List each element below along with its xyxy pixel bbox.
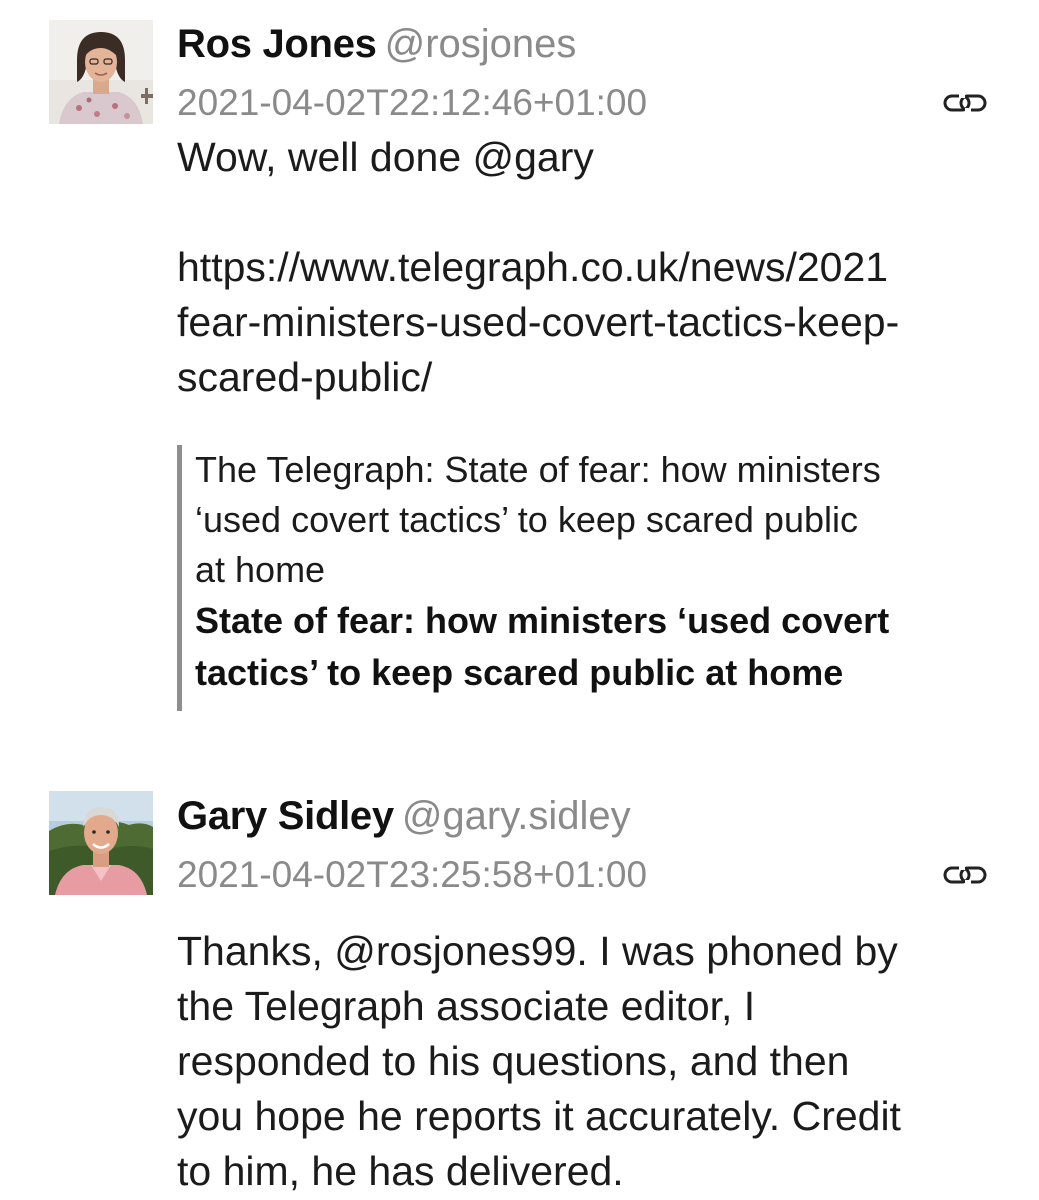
post-content: Ros Jones @rosjones 2021-04-02T22:12:46+0… <box>177 0 1009 711</box>
post-body: Thanks, @rosjones99. I was phoned by the… <box>177 924 1009 1199</box>
link-icon[interactable] <box>943 88 987 118</box>
avatar-gary-sidley[interactable] <box>49 791 153 895</box>
post-header: Gary Sidley @gary.sidley <box>177 780 1009 850</box>
post: Ros Jones @rosjones 2021-04-02T22:12:46+0… <box>0 0 1039 760</box>
card-source-line: at home <box>195 549 326 590</box>
author-name[interactable]: Ros Jones <box>177 22 377 66</box>
author-handle[interactable]: @gary.sidley <box>402 794 631 838</box>
avatar-photo-icon <box>49 20 153 124</box>
card-source-line: The Telegraph: State of fear: how minist… <box>195 449 881 490</box>
post-timestamp[interactable]: 2021-04-02T23:25:58+01:00 <box>177 854 647 895</box>
post: Gary Sidley @gary.sidley 2021-04-02T23:25… <box>0 780 1039 1200</box>
post-timestamp[interactable]: 2021-04-02T22:12:46+01:00 <box>177 82 647 123</box>
post-link[interactable]: scared-public/ <box>177 350 1009 405</box>
body-line: Wow, well done @gary <box>177 134 594 180</box>
card-source-line: ‘used covert tactics’ to keep scared pub… <box>195 499 858 540</box>
timestamp-row: 2021-04-02T23:25:58+01:00 <box>177 850 1009 900</box>
post-content: Gary Sidley @gary.sidley 2021-04-02T23:25… <box>177 780 1009 1199</box>
body-line: to him, he has delivered. <box>177 1148 624 1194</box>
card-title-line: State of fear: how ministers ‘used cover… <box>195 600 890 641</box>
link-icon[interactable] <box>943 860 987 890</box>
author-handle[interactable]: @rosjones <box>385 22 577 66</box>
body-line: Thanks, @rosjones99. I was phoned by <box>177 928 898 974</box>
post-link[interactable]: https://www.telegraph.co.uk/news/2021 <box>177 240 1009 295</box>
link-preview-card[interactable]: The Telegraph: State of fear: how minist… <box>177 445 1005 711</box>
post-header: Ros Jones @rosjones <box>177 0 1009 78</box>
body-line: you hope he reports it accurately. Credi… <box>177 1093 901 1139</box>
avatar-photo-icon <box>49 791 153 895</box>
author-name[interactable]: Gary Sidley <box>177 794 394 838</box>
body-line: the Telegraph associate editor, I <box>177 983 756 1029</box>
card-title: State of fear: how ministers ‘used cover… <box>195 595 1005 711</box>
post-link[interactable]: fear-ministers-used-covert-tactics-keep- <box>177 295 1009 350</box>
body-line: responded to his questions, and then <box>177 1038 850 1084</box>
avatar-ros-jones[interactable] <box>49 20 153 124</box>
post-body: Wow, well done @gary https://www.telegra… <box>177 130 1009 405</box>
card-title-line: tactics’ to keep scared public at home <box>195 652 844 693</box>
timestamp-row: 2021-04-02T22:12:46+01:00 <box>177 78 1009 128</box>
